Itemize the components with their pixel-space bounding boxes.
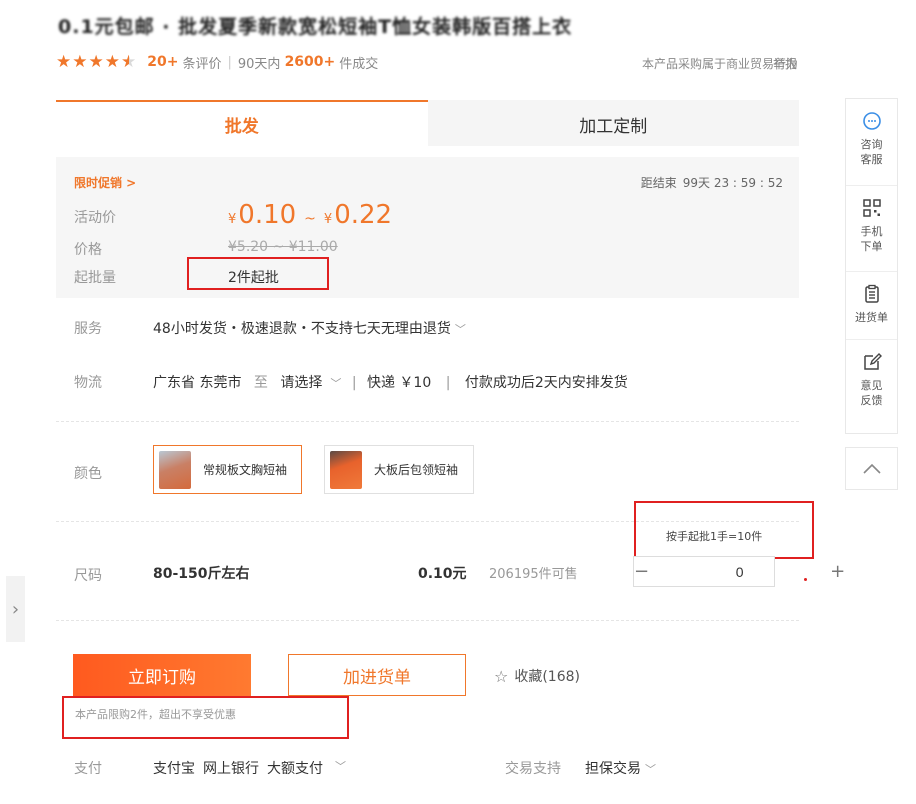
product-thumbnail [330,450,362,489]
trade-support-label: 交易支持 [505,761,561,777]
size-name: 80-150斤左右 [153,566,250,582]
product-thumbnail [159,450,191,489]
price-low: 0.10 [238,200,297,230]
logistics-to: 至 [253,375,268,391]
sidebar-item-customer-service[interactable]: 咨询客服 [846,99,897,185]
chevron-down-icon: ﹀ [330,377,342,390]
currency-symbol: ¥ [323,212,333,227]
section-divider [56,421,799,422]
tab-wholesale[interactable]: 批发 [56,100,428,146]
tab-custom-processing[interactable]: 加工定制 [427,100,799,146]
rating-stars: ★ ★ ★ ★ ★ [56,51,137,72]
express-fee: 快递 ￥10 [366,375,432,391]
quantity-input[interactable] [649,557,831,586]
star-icon: ★ [88,51,104,72]
sidebar-item-purchase-list[interactable]: 进货单 [846,271,897,339]
star-icon: ★ [56,51,72,72]
price-tilde: ~ [304,211,316,227]
payment-method: 网上银行 [203,761,259,777]
payment-method: 大额支付 [267,761,323,777]
chevron-down-icon: ﹀ [454,323,466,336]
sales-prefix: 90天内 [237,56,281,72]
review-count[interactable]: 20+ [147,54,178,70]
min-order-label: 起批量 [74,270,116,286]
trade-support-value: 担保交易 [585,761,641,777]
activity-price: ¥0.10 ~ ¥0.22 [228,200,392,230]
edit-icon [862,350,882,374]
logistics-origin: 广东省 东莞市 [153,375,242,391]
favorite-button[interactable]: ☆ 收藏(168) [494,666,580,686]
section-divider [56,620,799,621]
chevron-up-icon[interactable] [845,447,898,490]
report-link[interactable]: 举报 [773,55,797,72]
currency-symbol: ¥ [228,212,237,227]
star-icon: ★ [72,51,88,72]
color-option-regular[interactable]: 常规板文胸短袖 [153,445,302,494]
promo-panel: 限时促销 > 距结束 99天 23 : 59 : 52 活动价 ¥0.10 ~ ¥… [56,157,799,298]
color-option-label: 大板后包领短袖 [374,463,459,477]
service-label: 服务 [74,321,102,337]
payment-method: 支付宝 [153,761,195,777]
favorite-label: 收藏(168) [514,669,580,685]
logistics-row: 广东省 东莞市 至 请选择 ﹀ | 快递 ￥10 | 付款成功后2天内安排发货 [153,372,628,392]
product-title: 0.1元包邮 · 批发夏季新款宽松短袖T恤女装韩版百搭上衣 [58,16,573,38]
review-label[interactable]: 条评价 [182,53,221,72]
star-outline-icon: ☆ [494,666,509,686]
price-high: 0.22 [334,200,393,230]
sidebar-item-label: 意见反馈 [860,379,883,407]
color-label: 颜色 [74,466,102,482]
size-stock: 206195件可售 [489,567,578,582]
sidebar-item-label: 手机下单 [860,225,883,253]
trade-support-dropdown[interactable]: 担保交易 ﹀ [585,758,656,778]
half-star-icon: ★ [121,51,137,72]
color-option-label: 常规板文胸短袖 [203,463,288,477]
clipboard-icon [862,282,882,306]
original-price-label: 价格 [74,242,102,258]
star-icon: ★ [104,51,120,72]
qr-code-icon [862,196,882,220]
sidebar-item-feedback[interactable]: 意见反馈 [846,339,897,429]
countdown-label: 距结束 [640,176,677,190]
batch-unit-tip: 按手起批1手=10件 [666,530,763,543]
destination-select[interactable]: 请选择 ﹀ [280,375,341,391]
buy-now-button[interactable]: 立即订购 [73,654,251,696]
color-option-large[interactable]: 大板后包领短袖 [324,445,474,494]
destination-value: 请选择 [280,375,323,391]
payment-methods[interactable]: 支付宝 网上银行 大额支付 ﹀ [153,758,346,778]
size-price: 0.10元 [418,566,467,582]
size-label: 尺码 [74,568,102,584]
activity-price-label: 活动价 [74,210,116,226]
chevron-down-icon: ﹀ [645,763,656,776]
decrement-button[interactable]: − [634,561,649,582]
divider: | [227,54,232,70]
payment-label: 支付 [74,761,102,777]
original-price: ¥5.20 ~ ¥11.00 [228,239,338,255]
rating-row: ★ ★ ★ ★ ★ 20+ 条评价 | 90天内 2600+ 件成交 [56,52,378,72]
add-to-cart-button[interactable]: 加进货单 [288,654,466,696]
right-sidebar: 咨询客服 手机下单 进货单 意见反馈 [845,98,898,434]
annotation-box-min-order [187,257,329,290]
limited-promo-link[interactable]: 限时促销 > [74,174,136,191]
sidebar-item-mobile-order[interactable]: 手机下单 [846,185,897,271]
sales-count: 2600+ [284,54,336,70]
sales-label: 件成交 [339,56,379,72]
sidebar-item-label: 咨询客服 [860,138,883,166]
divider: | [445,375,451,391]
chevron-down-icon: ﹀ [335,760,346,773]
divider: | [351,375,357,391]
annotation-dot [804,578,807,581]
quantity-stepper: − + [633,556,845,587]
logistics-label: 物流 [74,375,102,391]
increment-button[interactable]: + [830,561,845,582]
purchase-tabs: 批发 加工定制 [56,100,799,146]
service-value: 48小时发货・极速退款・不支持七天无理由退货 [153,321,451,337]
dispatch-time: 付款成功后2天内安排发货 [464,375,628,391]
countdown: 距结束 99天 23 : 59 : 52 [641,174,783,191]
service-dropdown[interactable]: 48小时发货・极速退款・不支持七天无理由退货 ﹀ [153,318,466,338]
annotation-box-limit [62,696,349,739]
chat-bubble-icon [862,109,882,133]
chevron-right-icon[interactable]: › [6,576,25,642]
sidebar-item-label: 进货单 [855,311,888,324]
countdown-value: 99天 23 : 59 : 52 [682,176,783,190]
